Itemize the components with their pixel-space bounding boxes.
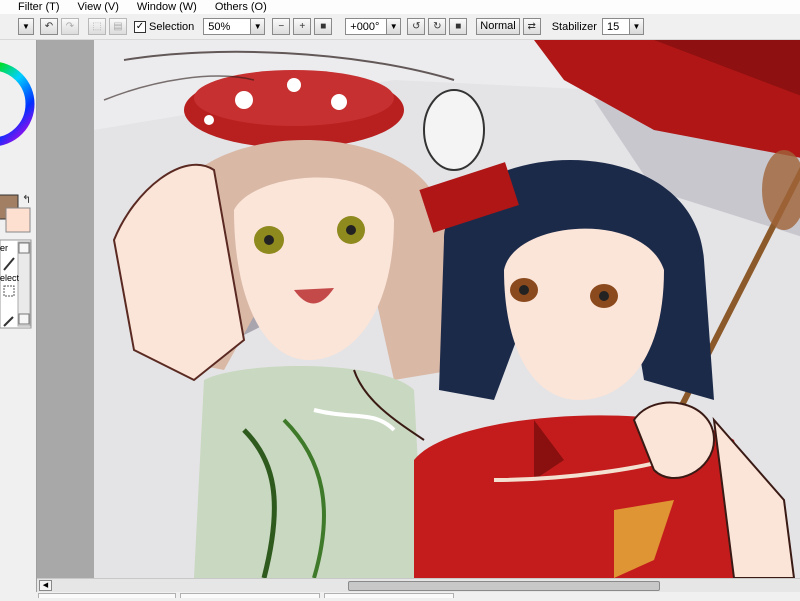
horizontal-scrollbar[interactable]: ◀ bbox=[37, 578, 800, 592]
zoom-select[interactable]: 50% ▼ bbox=[203, 18, 266, 35]
toolbar-dropdown[interactable]: ▼ bbox=[18, 18, 34, 35]
selection-checkbox[interactable]: ✓ bbox=[134, 20, 146, 33]
zoom-out-button[interactable]: − bbox=[272, 18, 291, 35]
rotate-left-button[interactable]: ↺ bbox=[407, 18, 426, 35]
secondary-color-swatch[interactable] bbox=[5, 207, 31, 233]
undo-icon: ↶ bbox=[44, 21, 54, 32]
zoom-value: 50% bbox=[208, 20, 231, 33]
chevron-down-icon: ▼ bbox=[628, 19, 643, 34]
canvas-area[interactable] bbox=[37, 40, 800, 578]
tool-list-scrollbar[interactable] bbox=[17, 241, 31, 327]
document-tab[interactable] bbox=[38, 593, 176, 598]
menu-window[interactable]: Window (W) bbox=[128, 0, 206, 14]
scroll-up-button[interactable] bbox=[18, 242, 30, 254]
document-tab[interactable] bbox=[324, 593, 454, 598]
redo-button[interactable]: ↷ bbox=[61, 18, 79, 35]
selection-label: Selection bbox=[149, 20, 195, 33]
scroll-down-button[interactable] bbox=[18, 313, 30, 325]
scroll-left-button[interactable]: ◀ bbox=[39, 580, 52, 591]
invert-selection-icon: ▤ bbox=[113, 21, 123, 32]
stabilizer-value: 15 bbox=[606, 20, 620, 33]
left-panel: ↰ er elect bbox=[0, 40, 37, 598]
rotate-right-button[interactable]: ↻ bbox=[428, 18, 447, 35]
reset-icon: ■ bbox=[320, 21, 327, 32]
redo-icon: ↷ bbox=[65, 21, 75, 32]
chevron-down-icon: ▼ bbox=[19, 19, 33, 34]
menu-others[interactable]: Others (O) bbox=[206, 0, 276, 14]
stabilizer-select[interactable]: 15 ▼ bbox=[601, 18, 644, 35]
rotation-select[interactable]: +000° ▼ bbox=[345, 18, 402, 35]
plus-icon: + bbox=[299, 21, 306, 32]
deselect-button[interactable]: ⬚ bbox=[88, 18, 106, 35]
stabilizer-label: Stabilizer bbox=[551, 20, 597, 33]
chevron-down-icon: ▼ bbox=[386, 19, 401, 34]
toolbar: ▼ ↶ ↷ ⬚ ▤ ✓ Selection 50% ▼ − + ■ +000° … bbox=[0, 14, 800, 40]
undo-button[interactable]: ↶ bbox=[40, 18, 58, 35]
flip-horizontal-button[interactable]: ⇄ bbox=[522, 18, 541, 35]
tool-label-select: elect bbox=[0, 273, 20, 283]
deselect-icon: ⬚ bbox=[92, 21, 102, 32]
rotation-reset-button[interactable]: ■ bbox=[449, 18, 468, 35]
tool-label-eraser: er bbox=[0, 243, 9, 253]
rotate-left-icon: ↺ bbox=[412, 21, 421, 32]
menu-bar: Filter (T) View (V) Window (W) Others (O… bbox=[0, 0, 800, 14]
swap-colors-icon[interactable]: ↰ bbox=[22, 193, 31, 206]
chevron-down-icon: ▼ bbox=[250, 19, 265, 34]
minus-icon: − bbox=[278, 21, 285, 32]
flip-icon: ⇄ bbox=[527, 21, 536, 32]
menu-filter[interactable]: Filter (T) bbox=[0, 0, 69, 14]
reset-icon: ■ bbox=[455, 21, 462, 32]
zoom-in-button[interactable]: + bbox=[293, 18, 312, 35]
invert-selection-button[interactable]: ▤ bbox=[109, 18, 127, 35]
color-wheel[interactable] bbox=[0, 62, 35, 146]
document-tab[interactable] bbox=[180, 593, 320, 598]
scrollbar-thumb[interactable] bbox=[348, 581, 660, 591]
selection-toggle[interactable]: ✓ Selection bbox=[134, 20, 195, 33]
rotation-value: +000° bbox=[350, 20, 380, 33]
menu-view[interactable]: View (V) bbox=[69, 0, 128, 14]
rotate-right-icon: ↻ bbox=[433, 21, 442, 32]
artwork-canvas[interactable] bbox=[94, 40, 800, 578]
blend-mode-button[interactable]: Normal bbox=[476, 18, 520, 35]
zoom-reset-button[interactable]: ■ bbox=[314, 18, 333, 35]
left-panel-graphics: ↰ bbox=[0, 62, 35, 329]
